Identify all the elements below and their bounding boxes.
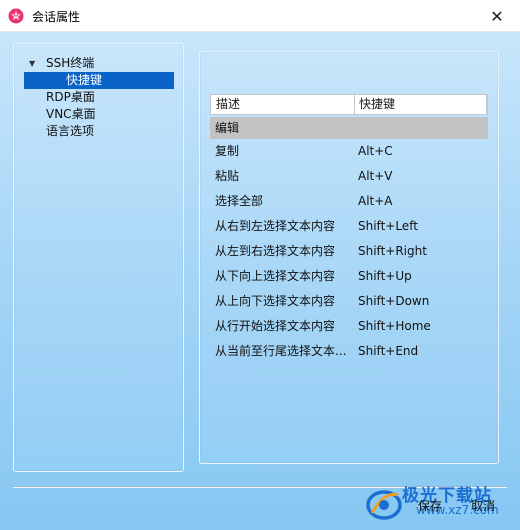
- shortcut-description: 复制: [215, 144, 240, 158]
- title-bar: 会话属性 ✕: [0, 0, 520, 32]
- shortcut-description: 从上向下选择文本内容: [215, 294, 336, 308]
- tree-item-label: VNC桌面: [46, 107, 96, 121]
- tree-item-vnc[interactable]: VNC桌面: [22, 106, 182, 123]
- table-row[interactable]: 从下向上选择文本内容 Shift+Up: [210, 264, 488, 289]
- table-row[interactable]: 复制 Alt+C: [210, 139, 488, 164]
- shortcut-description: 从当前至行尾选择文本...: [215, 344, 347, 358]
- shortcut-description: 粘贴: [215, 169, 240, 183]
- shortcuts-table: 描述 快捷键 编辑 复制 Alt+C 粘贴 Alt+V 选择全部 Alt+A 从右到左选择文…: [210, 94, 488, 364]
- save-button[interactable]: 保存: [410, 494, 450, 518]
- watermark-logo-icon: [366, 490, 402, 520]
- close-button[interactable]: ✕: [474, 0, 520, 32]
- shortcut-keys: Shift+Home: [358, 319, 431, 333]
- shortcut-description: 从行开始选择文本内容: [215, 319, 336, 333]
- table-row[interactable]: 从右到左选择文本内容 Shift+Left: [210, 214, 488, 239]
- tree-item-language[interactable]: 语言选项: [22, 123, 182, 140]
- category-tree: ▼ SSH终端 快捷键 RDP桌面 VNC桌面 语言选项: [22, 55, 182, 140]
- tree-item-ssh[interactable]: ▼ SSH终端: [22, 55, 182, 72]
- column-header-shortcut[interactable]: 快捷键: [359, 95, 395, 114]
- window-title: 会话属性: [32, 10, 81, 24]
- tree-item-rdp[interactable]: RDP桌面: [22, 89, 182, 106]
- shortcut-keys: Shift+Up: [358, 269, 412, 283]
- table-row[interactable]: 选择全部 Alt+A: [210, 189, 488, 214]
- table-header: 描述 快捷键: [210, 94, 488, 115]
- shortcut-keys: Shift+Down: [358, 294, 430, 308]
- tree-item-label: 快捷键: [66, 73, 103, 87]
- shortcut-description: 从下向上选择文本内容: [215, 269, 336, 283]
- tree-item-label: SSH终端: [46, 56, 95, 70]
- close-icon: ✕: [490, 6, 504, 26]
- shortcut-keys: Shift+Left: [358, 219, 418, 233]
- shortcut-description: 从左到右选择文本内容: [215, 244, 336, 258]
- dialog-body: ▼ SSH终端 快捷键 RDP桌面 VNC桌面 语言选项 描述 快捷键 编辑 复…: [0, 32, 520, 530]
- column-header-description[interactable]: 描述: [216, 95, 240, 114]
- group-row-edit[interactable]: 编辑: [210, 117, 488, 139]
- table-row[interactable]: 从左到右选择文本内容 Shift+Right: [210, 239, 488, 264]
- cancel-button[interactable]: 取消: [463, 494, 503, 518]
- table-row[interactable]: 粘贴 Alt+V: [210, 164, 488, 189]
- shortcut-description: 选择全部: [215, 194, 264, 208]
- shortcuts-panel: 描述 快捷键 编辑 复制 Alt+C 粘贴 Alt+V 选择全部 Alt+A 从右到左选择文…: [199, 51, 499, 464]
- shortcut-keys: Shift+Right: [358, 244, 427, 258]
- expand-arrow-icon[interactable]: ▼: [29, 55, 35, 72]
- shortcut-keys: Alt+A: [358, 194, 393, 208]
- column-divider[interactable]: [486, 95, 487, 114]
- shortcut-description: 从右到左选择文本内容: [215, 219, 336, 233]
- tree-item-label: 语言选项: [46, 124, 95, 138]
- footer-divider: [13, 486, 507, 488]
- category-panel: ▼ SSH终端 快捷键 RDP桌面 VNC桌面 语言选项: [13, 43, 184, 472]
- table-row[interactable]: 从当前至行尾选择文本... Shift+End: [210, 339, 488, 364]
- table-body: 复制 Alt+C 粘贴 Alt+V 选择全部 Alt+A 从右到左选择文本内容 Shift+L…: [210, 139, 488, 364]
- table-row[interactable]: 从行开始选择文本内容 Shift+Home: [210, 314, 488, 339]
- column-divider[interactable]: [354, 95, 355, 114]
- shortcut-keys: Shift+End: [358, 344, 419, 358]
- table-row[interactable]: 从上向下选择文本内容 Shift+Down: [210, 289, 488, 314]
- tree-item-label: RDP桌面: [46, 90, 95, 104]
- shortcut-keys: Alt+V: [358, 169, 393, 183]
- tree-item-shortcuts[interactable]: 快捷键: [24, 72, 174, 89]
- app-logo-icon: [8, 8, 24, 24]
- shortcut-keys: Alt+C: [358, 144, 393, 158]
